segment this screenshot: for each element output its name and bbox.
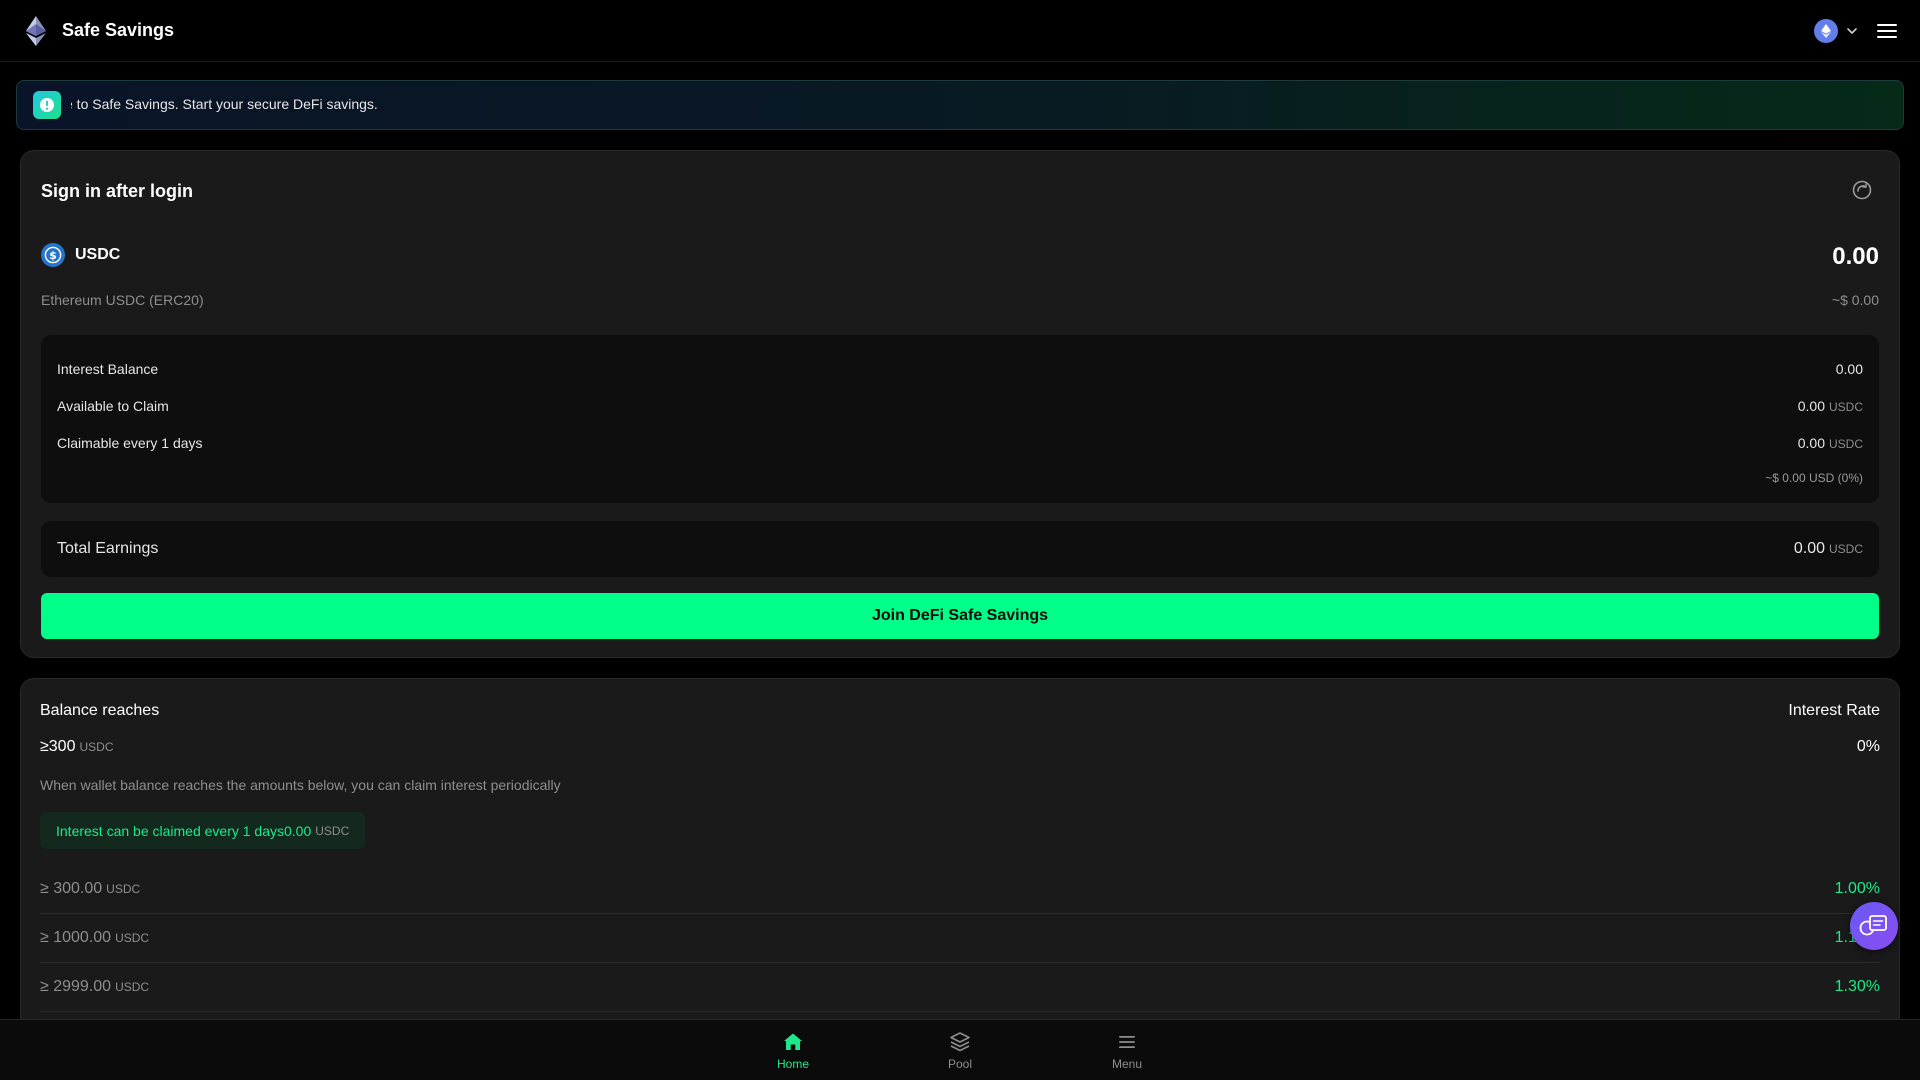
available-to-claim-label: Available to Claim [57,398,169,414]
notice-marquee: e to Safe Savings. Start your secure DeF… [71,96,1571,114]
tier-minimum: ≥ 300.00 USDC [40,880,140,898]
total-earnings-amount: 0.00 USDC [1794,540,1863,558]
nav-pool-label: Pool [947,1056,973,1071]
total-earnings-box: Total Earnings 0.00 USDC [41,521,1879,577]
tier-minimum-value: ≥ 1000.00 [40,929,112,946]
claim-info-text: Interest can be claimed every 1 days0.00 [56,822,312,839]
tier-minimum-value: ≥ 300.00 [40,880,103,897]
tier-minimum-unit: USDC [115,931,150,945]
chevron-down-icon [1847,27,1857,34]
network-selector[interactable] [1814,18,1858,43]
rate-tier-row: ≥ 1000.00USDC 1.10% [40,914,1880,963]
tier-minimum: ≥ 2999.00 USDC [40,978,149,996]
notice-text: e to Safe Savings. Start your secure DeF… [71,96,378,112]
minimum-balance-unit: USDC [79,740,114,754]
claim-info-badge: Interest can be claimed every 1 days0.00… [40,812,366,849]
nav-menu[interactable]: Menu [1044,1020,1211,1080]
available-to-claim-unit: USDC [1828,400,1863,414]
total-earnings-unit: USDC [1828,542,1863,556]
claimable-every-amount: 0.00 USDC [1798,435,1863,451]
interest-balance-row: Interest Balance 0.00 [57,361,1863,377]
tier-minimum: ≥ 1000.00 USDC [40,929,149,947]
top-header: Safe Savings [0,0,1920,62]
bottom-navigation: Home Pool Menu [0,1019,1920,1080]
usdc-icon: $ [41,243,65,267]
claim-info-unit: USDC [315,823,350,838]
token-symbol: USDC [75,246,121,263]
current-rate: 0% [1856,738,1880,755]
app-root: Safe Savings e to Safe Savings. Start yo… [0,0,1920,1080]
savings-account-card: Sign in after login $ USDC 0.00 Ethereum… [20,150,1900,658]
app-title: Safe Savings [62,20,175,40]
nav-home[interactable]: Home [710,1020,877,1080]
home-icon [784,1033,802,1050]
rate-tier-row: ≥ 300.00 USDC 1.00% [40,865,1880,914]
chat-support-button[interactable] [1850,902,1898,950]
claimable-every-unit: USDC [1828,437,1863,451]
minimum-balance: ≥300 USDC [40,738,114,756]
rates-description: When wallet balance reaches the amounts … [40,777,561,793]
hamburger-menu-icon[interactable] [1876,22,1898,40]
tier-rate: 1.30% [1834,978,1880,995]
tier-minimum-value: ≥ 2999.00 [40,978,112,995]
nav-home-label: Home [776,1056,809,1071]
ethereum-network-icon [1814,18,1838,43]
menu-icon [1119,1035,1135,1048]
total-earnings-label: Total Earnings [57,540,159,557]
token-row: $ USDC [41,243,120,267]
available-to-claim-value: 0.00 [1797,398,1825,414]
rate-tier-row: ≥ 2999.00 USDC 1.30% [40,963,1880,1012]
nav-pool[interactable]: Pool [877,1020,1044,1080]
claimable-every-row: Claimable every 1 days 0.00 USDC [57,435,1863,451]
tier-rate: 1.00% [1834,880,1880,897]
tier-minimum-unit: USDC [106,882,141,896]
refresh-icon[interactable] [1851,179,1873,201]
available-to-claim-amount: 0.00 USDC [1798,398,1863,414]
token-usd-value: ~$ 0.00 [1831,292,1879,308]
alert-icon [33,91,61,119]
ethereum-logo-icon [26,15,46,46]
interest-balance-value: 0.00 [1835,361,1863,377]
interest-usd-footnote: ~$ 0.00 USD (0%) [1765,471,1863,485]
nav-menu-label: Menu [1111,1056,1143,1071]
sign-in-title[interactable]: Sign in after login [41,181,193,202]
layers-icon [950,1031,970,1051]
token-network-label: Ethereum USDC (ERC20) [41,292,204,308]
join-savings-button[interactable]: Join DeFi Safe Savings [41,593,1879,639]
token-amount: 0.00 [1832,243,1879,270]
tier-minimum-unit: USDC [115,980,150,994]
available-to-claim-row: Available to Claim 0.00 USDC [57,398,1863,414]
balance-reaches-heading: Balance reaches [40,702,160,719]
header-actions [1814,18,1898,43]
interest-rate-heading: Interest Rate [1788,702,1880,719]
minimum-balance-value: ≥300 [40,738,76,755]
claimable-every-label: Claimable every 1 days [57,435,203,451]
notice-banner: e to Safe Savings. Start your secure DeF… [16,80,1904,130]
interest-summary-box: Interest Balance 0.00 Available to Claim… [41,335,1879,503]
svg-text:$: $ [49,249,57,262]
rate-tier-list: ≥ 300.00USDC 1.00% ≥ 1000.00USDC 1.10% ≥… [40,865,1880,1012]
interest-balance-label: Interest Balance [57,361,159,377]
claimable-every-value: 0.00 [1797,435,1825,451]
brand[interactable]: Safe Savings [24,15,175,46]
total-earnings-value: 0.00 [1793,540,1825,557]
chat-icon [1859,915,1887,936]
